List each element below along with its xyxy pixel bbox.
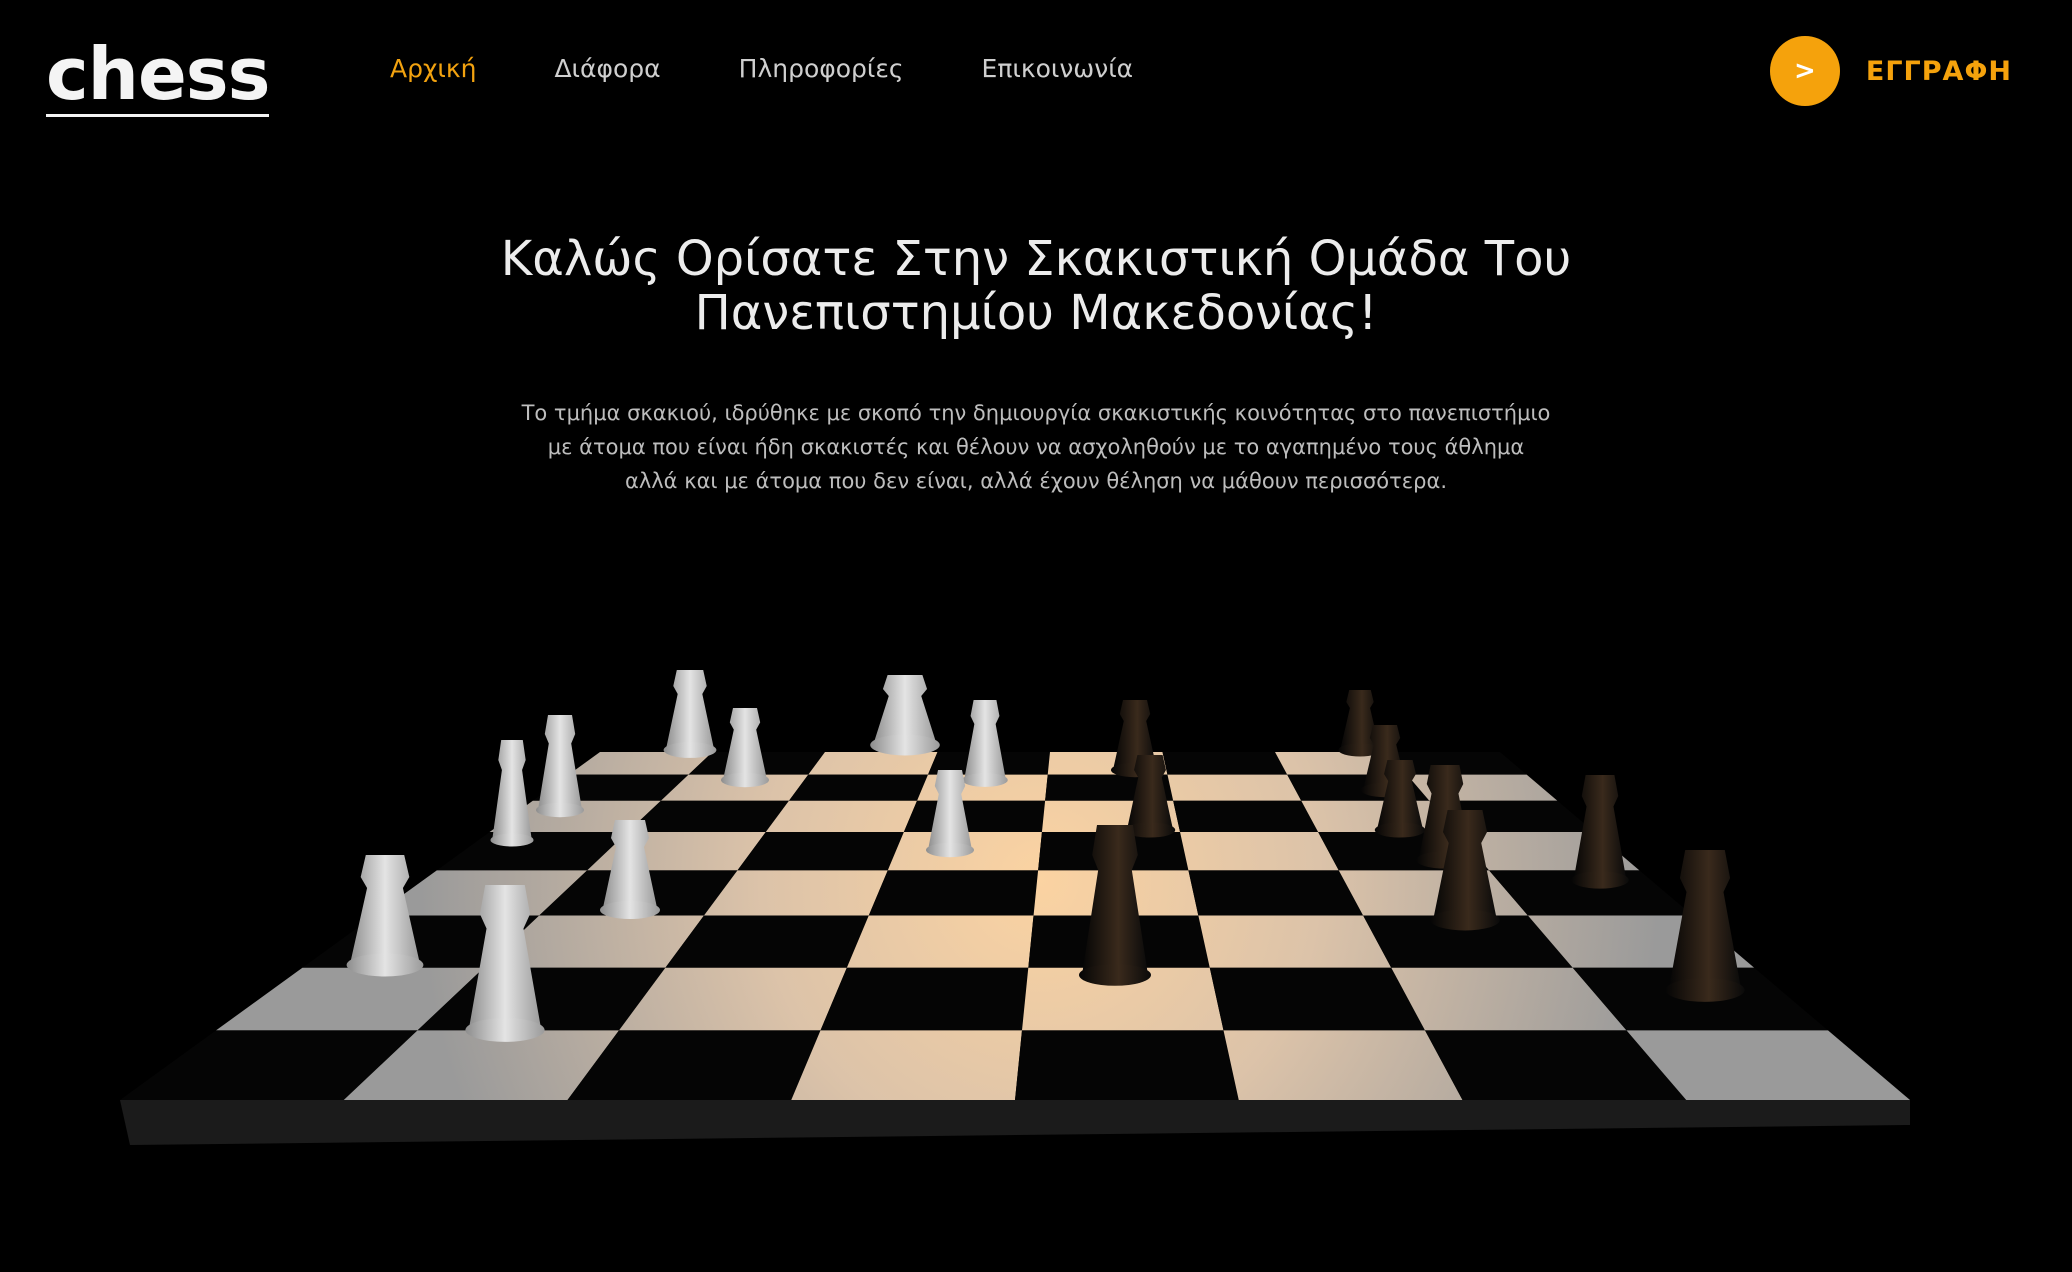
board-square <box>737 832 904 871</box>
hero-title-line: Πανεπιστημίου Μακεδονίας! <box>694 285 1378 341</box>
hero-title: Καλώς Ορίσατε Στην Σκακιστική Ομάδα Του … <box>0 232 2072 340</box>
board-square <box>791 1030 1022 1100</box>
arrow-right-icon[interactable]: > <box>1769 36 1840 106</box>
nav-link-info[interactable]: Πληροφορίες <box>739 54 904 83</box>
board-square <box>1198 915 1392 968</box>
white-pawn <box>962 700 1008 787</box>
board-square <box>868 870 1039 916</box>
board-square <box>846 915 1034 968</box>
white-pawn <box>721 708 769 788</box>
description-line: Το τμήμα σκακιού, ιδρύθηκε με σκοπό την … <box>521 401 1551 425</box>
site-logo[interactable]: chess <box>46 34 270 117</box>
white-bishop <box>536 715 584 818</box>
board-square <box>765 800 918 833</box>
white-knight <box>870 675 940 756</box>
board-square <box>1173 800 1319 833</box>
board-square <box>808 752 938 775</box>
white-queen <box>490 740 534 847</box>
board-square <box>1223 1030 1463 1100</box>
board-square <box>1162 752 1288 775</box>
board-square <box>1180 832 1339 871</box>
nav-link-contact[interactable]: Επικοινωνία <box>982 54 1134 83</box>
board-square <box>1188 870 1364 916</box>
board-square <box>820 967 1029 1031</box>
board-square <box>903 800 1046 833</box>
board-square <box>1167 774 1302 801</box>
white-rook <box>663 670 717 758</box>
board-edge <box>120 1100 1910 1145</box>
main-nav: Αρχική Διάφορα Πληροφορίες Επικοινωνία <box>390 54 1133 83</box>
board-square <box>788 774 928 801</box>
register-button[interactable]: > ΕΓΓΡΑΦΗ <box>1769 36 2012 106</box>
register-label[interactable]: ΕΓΓΡΑΦΗ <box>1866 56 2012 87</box>
chessboard-illustration <box>120 670 1910 1145</box>
board-square <box>1209 967 1425 1031</box>
nav-link-home[interactable]: Αρχική <box>390 54 476 83</box>
nav-link-misc[interactable]: Διάφορα <box>554 54 660 83</box>
board-square <box>1015 1030 1239 1100</box>
hero-title-line: Καλώς Ορίσατε Στην Σκακιστική Ομάδα Του <box>500 231 1572 287</box>
description-line: με άτομα που είναι ήδη σκακιστές και θέλ… <box>547 435 1525 459</box>
hero-description: Το τμήμα σκακιού, ιδρύθηκε με σκοπό την … <box>0 396 2072 498</box>
description-line: αλλά και με άτομα που δεν είναι, αλλά έχ… <box>624 469 1447 493</box>
